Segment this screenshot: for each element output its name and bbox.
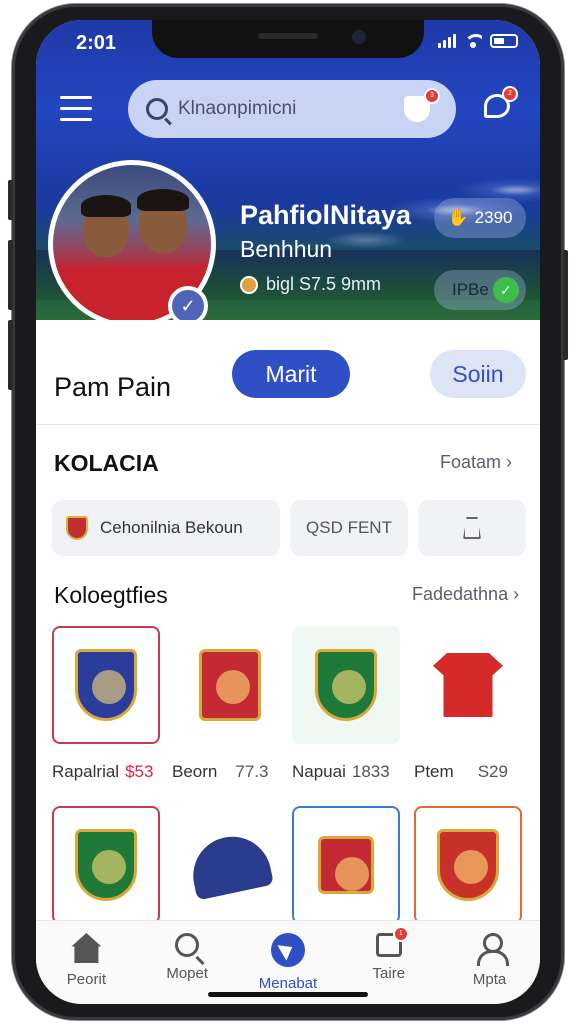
product-card[interactable] bbox=[292, 626, 400, 744]
product-name: Beorn bbox=[172, 762, 218, 781]
user-title: Pam Pain bbox=[54, 372, 172, 402]
divider bbox=[36, 424, 540, 425]
product-price: S29 bbox=[477, 762, 508, 781]
product-card[interactable] bbox=[414, 806, 522, 924]
crest-badge-icon bbox=[75, 649, 137, 721]
product-name: Napuai bbox=[292, 762, 346, 781]
side-button bbox=[8, 180, 13, 220]
power-button bbox=[563, 250, 568, 360]
nav-label: Taire bbox=[372, 965, 406, 982]
profile-subtitle: Benhhun bbox=[240, 236, 333, 262]
club-crest-icon bbox=[66, 516, 88, 540]
search-placeholder: Klnaonpimicni bbox=[178, 98, 297, 119]
product-card[interactable] bbox=[176, 626, 284, 744]
status-time: 2:01 bbox=[76, 32, 117, 54]
coin-icon bbox=[240, 275, 258, 294]
filter-chip[interactable]: Cehonilnia Bekoun bbox=[52, 500, 280, 556]
nav-label: Mpta bbox=[472, 971, 507, 988]
cart-icon: 1 bbox=[375, 926, 409, 957]
categories-see-all-link[interactable]: Fadedathna › bbox=[412, 584, 519, 605]
collection-heading: KOLACIA bbox=[54, 450, 159, 476]
nav-label: Peorit bbox=[66, 971, 106, 988]
wifi-icon bbox=[464, 34, 482, 48]
signal-icon bbox=[438, 34, 456, 48]
product-price: 1833 bbox=[351, 762, 390, 781]
chevron-right-icon: › bbox=[506, 452, 513, 472]
likes-pill[interactable]: ✋ 2390 bbox=[434, 198, 526, 238]
nav-item-home[interactable]: Peorit bbox=[36, 921, 137, 1004]
compass-icon bbox=[270, 933, 305, 967]
profile-meta: bigl S7.5 9mm bbox=[240, 274, 381, 295]
product-name: Rapalrial bbox=[52, 762, 120, 781]
check-icon: ✓ bbox=[492, 277, 519, 303]
crest-badge-icon bbox=[75, 829, 137, 901]
home-icon bbox=[71, 933, 102, 963]
search-icon bbox=[175, 933, 200, 957]
filter-chip-label: Cehonilnia Bekoun bbox=[100, 518, 243, 537]
status-pill-label: IPBe bbox=[452, 280, 489, 299]
status-pill[interactable]: IPBe ✓ bbox=[434, 270, 526, 310]
product-card[interactable] bbox=[176, 806, 284, 924]
product-caption: Rapalrial $53 bbox=[52, 762, 153, 782]
product-card[interactable] bbox=[414, 626, 522, 744]
primary-action-button[interactable]: Marit bbox=[232, 350, 350, 398]
speaker bbox=[258, 33, 318, 39]
collection-link-label: Foatam bbox=[440, 452, 502, 472]
volume-up-button bbox=[8, 240, 13, 310]
status-icons bbox=[438, 34, 518, 48]
hamburger-menu-icon[interactable] bbox=[60, 96, 92, 122]
cart-nav-badge: 1 bbox=[392, 926, 409, 942]
front-camera bbox=[352, 30, 366, 44]
nav-label: Mopet bbox=[166, 965, 209, 982]
tag-icon bbox=[463, 517, 481, 539]
crest-badge-icon bbox=[318, 836, 374, 894]
filter-chip-label: QSD FENT bbox=[306, 518, 392, 537]
product-price: $53 bbox=[125, 762, 154, 781]
product-name: Ptem bbox=[414, 762, 454, 781]
jersey-icon bbox=[433, 653, 503, 717]
user-icon bbox=[475, 933, 509, 966]
product-caption: Ptem S29 bbox=[414, 762, 508, 782]
nav-item-profile[interactable]: Mpta bbox=[439, 921, 540, 1004]
search-icon bbox=[146, 98, 168, 120]
filter-chip[interactable] bbox=[418, 500, 526, 556]
notch bbox=[152, 20, 424, 58]
search-bar[interactable]: Klnaonpimicni 3 bbox=[128, 80, 456, 138]
chevron-right-icon: › bbox=[513, 584, 520, 604]
cap-icon bbox=[186, 829, 274, 901]
crest-badge-icon bbox=[315, 649, 377, 721]
cart-badge: 3 bbox=[424, 88, 440, 104]
likes-count: 2390 bbox=[474, 208, 513, 227]
collection-see-all-link[interactable]: Foatam › bbox=[440, 452, 512, 473]
nav-label: Menabat bbox=[258, 975, 318, 992]
product-card[interactable] bbox=[52, 806, 160, 924]
product-caption: Napuai 1833 bbox=[292, 762, 390, 782]
chat-badge: 2 bbox=[502, 86, 518, 102]
categories-link-label: Fadedathna bbox=[412, 584, 509, 604]
battery-icon bbox=[490, 34, 518, 48]
product-price: 77.3 bbox=[235, 762, 269, 781]
chat-icon[interactable]: 2 bbox=[482, 86, 518, 122]
profile-meta-text: bigl S7.5 9mm bbox=[266, 274, 382, 294]
home-indicator bbox=[208, 992, 368, 997]
product-caption: Beorn 77.3 bbox=[172, 762, 268, 782]
categories-heading: Koloegtfies bbox=[54, 582, 168, 608]
crest-badge-icon bbox=[199, 649, 261, 721]
hand-icon: ✋ bbox=[447, 208, 469, 227]
product-card[interactable] bbox=[52, 626, 160, 744]
shopping-bag-icon[interactable]: 3 bbox=[404, 88, 440, 122]
filter-chip[interactable]: QSD FENT bbox=[290, 500, 408, 556]
profile-name: PahfiolNitaya bbox=[240, 200, 412, 230]
crest-badge-icon bbox=[437, 829, 499, 901]
app-screen: 2:01 Klnaonpimicni 3 2 ✓ PahfiolNitaya B… bbox=[36, 20, 540, 1004]
volume-down-button bbox=[8, 320, 13, 390]
product-card[interactable] bbox=[292, 806, 400, 924]
secondary-action-button[interactable]: Soiin bbox=[430, 350, 526, 398]
